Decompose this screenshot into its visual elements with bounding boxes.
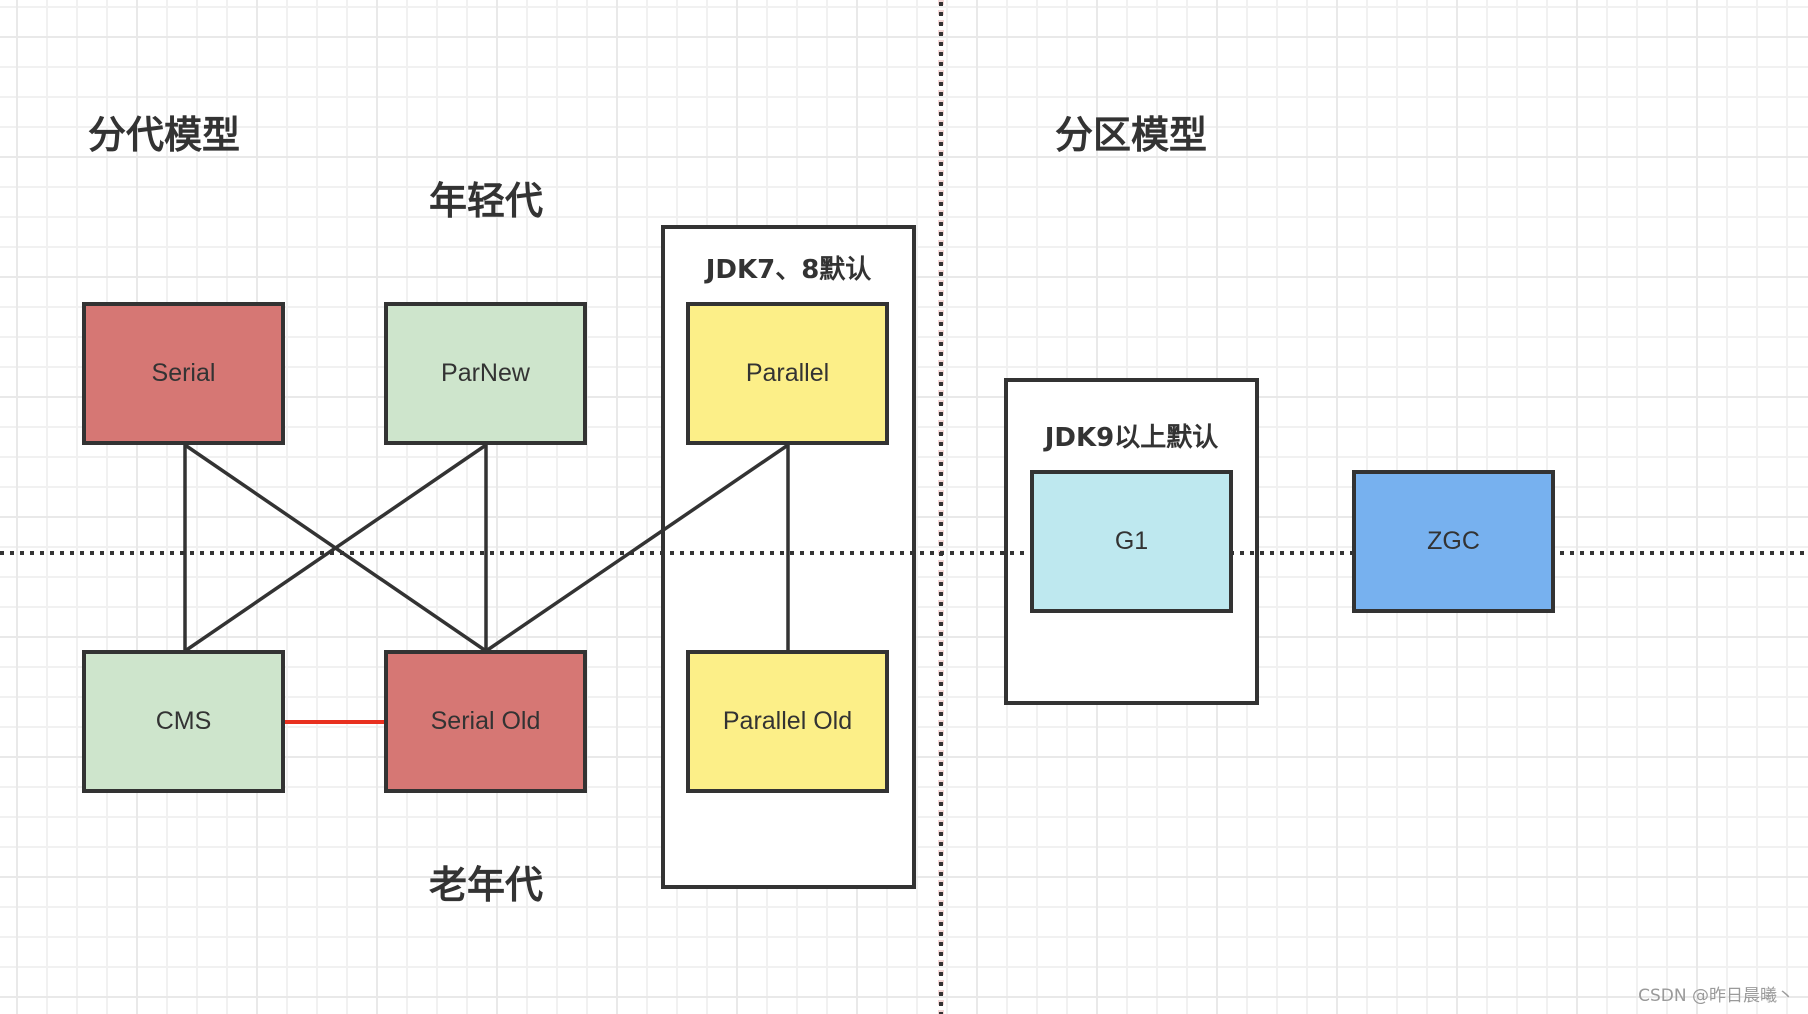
collector-label: Parallel Old: [722, 707, 853, 735]
collector-parallel[interactable]: Parallel: [686, 302, 889, 445]
collector-label: ZGC: [1427, 527, 1480, 555]
collector-serial[interactable]: Serial: [82, 302, 285, 445]
collector-zgc[interactable]: ZGC: [1352, 470, 1555, 613]
watermark: CSDN @昨日晨曦丶: [1638, 986, 1794, 1006]
generational-model-heading: 分代模型: [87, 113, 241, 157]
collector-label: ParNew: [441, 359, 530, 387]
collector-label: CMS: [155, 707, 212, 735]
region-model-heading: 分区模型: [1054, 113, 1208, 157]
collector-label: G1: [1114, 527, 1149, 555]
collector-g1[interactable]: G1: [1030, 470, 1233, 613]
collector-serial-old[interactable]: Serial Old: [384, 650, 587, 793]
collector-cms[interactable]: CMS: [82, 650, 285, 793]
young-generation-label: 年轻代: [428, 179, 544, 223]
collector-parallel-old[interactable]: Parallel Old: [686, 650, 889, 793]
link-serial-serialold: [184, 443, 487, 653]
collector-label: Parallel: [745, 359, 830, 387]
collector-label: Serial: [151, 359, 216, 387]
jdk78-default-title: JDK7、8默认: [705, 255, 872, 285]
collector-label: Serial Old: [430, 707, 541, 735]
old-generation-label: 老年代: [428, 863, 544, 907]
jdk9-default-title: JDK9以上默认: [1044, 423, 1219, 453]
collector-parnew[interactable]: ParNew: [384, 302, 587, 445]
link-parnew-cms: [184, 443, 487, 653]
